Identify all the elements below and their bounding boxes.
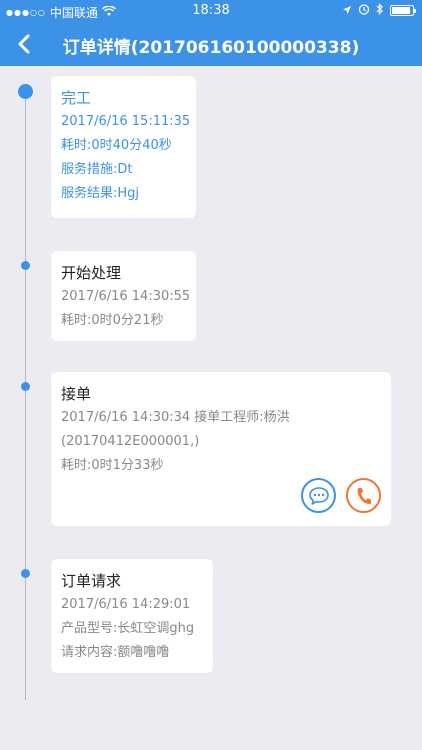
timeline-dot: [21, 569, 30, 578]
timeline-dot: [21, 382, 30, 391]
alarm-icon: [358, 3, 370, 18]
location-icon: [342, 4, 352, 18]
card-title: 接单: [61, 385, 92, 403]
card-duration: 耗时:0时0分21秒: [61, 313, 164, 328]
card-duration: 耗时:0时40分40秒: [61, 138, 172, 153]
card-title: 订单请求: [61, 572, 122, 590]
timeline-dot-current: [18, 84, 33, 99]
battery-icon: [390, 5, 416, 16]
timeline-card-request: 订单请求 2017/6/16 14:29:01 产品型号:长虹空调ghg 请求内…: [51, 559, 213, 673]
card-service-measure: 服务措施:Dt: [61, 162, 133, 177]
timeline-card-completed: 完工 2017/6/16 15:11:35 耗时:0时40分40秒 服务措施:D…: [51, 76, 196, 218]
status-bar: ●●●○○ 中国联通 18:38: [0, 0, 422, 22]
card-duration: 耗时:0时1分33秒: [61, 458, 164, 473]
timeline-dot: [21, 261, 30, 270]
card-engineer-id: (20170412E000001,): [61, 434, 200, 449]
page-title: 订单详情(201706160100000338): [62, 38, 360, 58]
nav-bar: 订单详情(201706160100000338): [0, 22, 422, 66]
card-title: 完工: [61, 89, 92, 107]
timeline-card-processing: 开始处理 2017/6/16 14:30:55 耗时:0时0分21秒: [51, 251, 196, 341]
timeline-card-accepted: 接单 2017/6/16 14:30:34 接单工程师:杨洪 (20170412…: [51, 372, 391, 526]
chat-button[interactable]: [301, 478, 336, 513]
card-timestamp: 2017/6/16 14:30:55: [61, 289, 191, 304]
bluetooth-icon: [376, 3, 384, 18]
call-button[interactable]: [346, 478, 381, 513]
card-title: 开始处理: [61, 264, 122, 282]
card-timestamp-engineer: 2017/6/16 14:30:34 接单工程师:杨洪: [61, 410, 290, 425]
card-timestamp: 2017/6/16 14:29:01: [61, 597, 191, 612]
timeline-line: [25, 92, 26, 700]
status-right: [342, 3, 416, 18]
card-service-result: 服务结果:Hgj: [61, 186, 140, 201]
card-timestamp: 2017/6/16 15:11:35: [61, 114, 191, 129]
chat-bubble-icon: [308, 486, 329, 505]
card-product-model: 产品型号:长虹空调ghg: [61, 621, 195, 636]
phone-icon: [357, 487, 371, 504]
card-request-content: 请求内容:额噜噜噜: [61, 645, 170, 660]
